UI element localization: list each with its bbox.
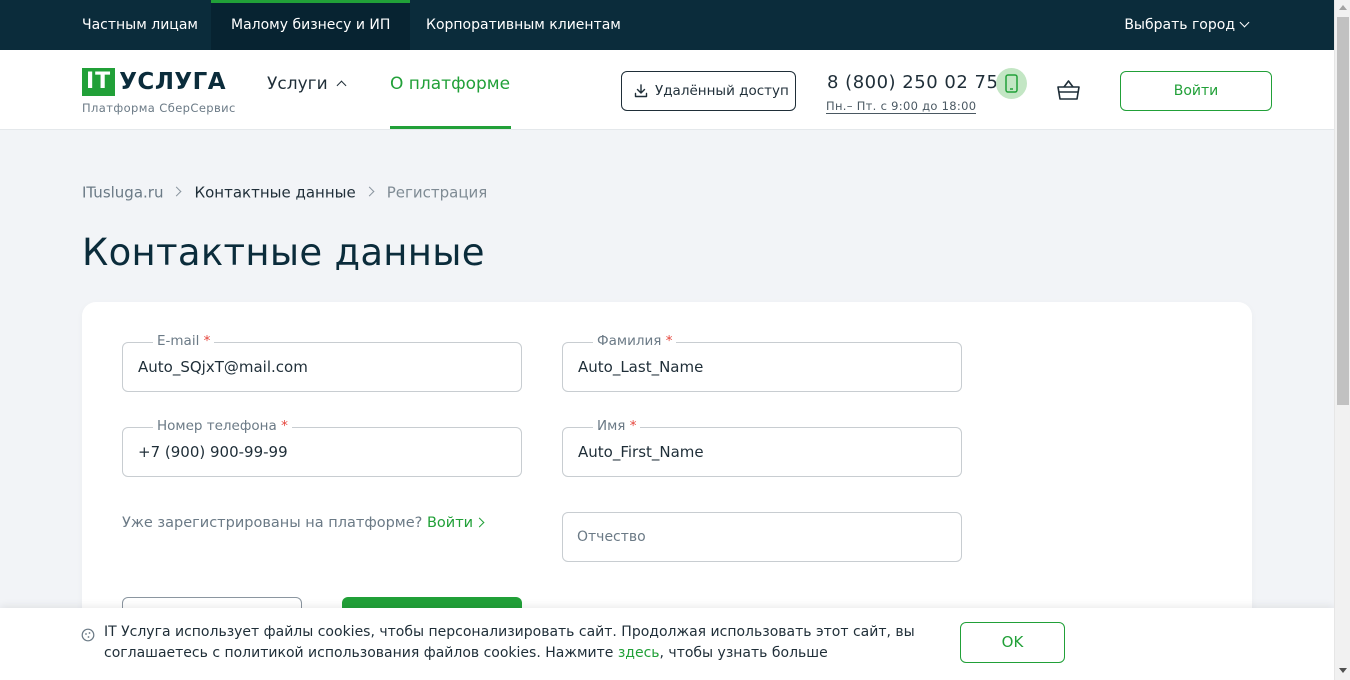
phone-number[interactable]: 8 (800) 250 02 75 xyxy=(827,72,998,93)
last-name-value: Auto_Last_Name xyxy=(578,358,704,376)
main-header: IT УСЛУГА Платформа СберСервис Услуги О п… xyxy=(0,50,1334,130)
cookie-text: IT Услуга использует файлы cookies, чтоб… xyxy=(104,624,915,661)
page-scrollbar[interactable] xyxy=(1334,0,1350,680)
breadcrumb: ITusluga.ru Контактные данные Регистрация xyxy=(82,183,487,202)
last-name-field[interactable]: Фамилия * Auto_Last_Name xyxy=(562,333,962,392)
nav-active-indicator xyxy=(390,126,511,129)
smartphone-icon[interactable] xyxy=(996,68,1027,99)
nav-services[interactable]: Услуги xyxy=(267,74,347,94)
segment-corporate[interactable]: Корпоративным клиентам xyxy=(406,0,641,50)
chevron-right-icon xyxy=(172,186,182,197)
nav-about-platform[interactable]: О платформе xyxy=(390,74,510,94)
segment-small-business[interactable]: Малому бизнесу и ИП xyxy=(211,0,411,50)
chevron-up-icon xyxy=(336,80,347,91)
chevron-right-icon xyxy=(364,186,375,197)
remote-access-label: Удалённый доступ xyxy=(655,83,789,99)
already-registered-text: Уже зарегистрированы на платформе? Войти xyxy=(122,515,485,531)
patronymic-placeholder: Отчество xyxy=(577,529,646,545)
download-icon xyxy=(634,84,648,98)
breadcrumb-home[interactable]: ITusluga.ru xyxy=(82,184,163,202)
nav-services-label: Услуги xyxy=(267,74,328,94)
logo-box: IT xyxy=(82,68,116,96)
top-segment-bar: Частным лицам Малому бизнесу и ИП Корпор… xyxy=(0,0,1334,50)
city-selector[interactable]: Выбрать город xyxy=(1124,0,1250,50)
page-title: Контактные данные xyxy=(82,231,485,274)
contact-form-card: E-mail * Auto_SQjxT@mail.com Фамилия * A… xyxy=(82,302,1252,642)
patronymic-field[interactable]: Отчество xyxy=(562,512,962,562)
email-field[interactable]: E-mail * Auto_SQjxT@mail.com xyxy=(122,333,522,392)
first-name-value: Auto_First_Name xyxy=(578,443,704,461)
email-value: Auto_SQjxT@mail.com xyxy=(138,358,308,376)
segment-individuals[interactable]: Частным лицам xyxy=(62,0,218,50)
cookie-banner: IT Услуга использует файлы cookies, чтоб… xyxy=(0,608,1334,680)
working-hours: Пн.– Пт. с 9:00 до 18:00 xyxy=(826,99,977,114)
first-name-field[interactable]: Имя * Auto_First_Name xyxy=(562,418,962,477)
cookie-ok-button[interactable]: OK xyxy=(960,622,1065,663)
chevron-down-icon xyxy=(1239,17,1250,28)
info-icon xyxy=(81,628,95,642)
basket-icon[interactable] xyxy=(1056,78,1081,106)
logo[interactable]: IT УСЛУГА xyxy=(82,68,226,96)
scroll-up-icon[interactable] xyxy=(1339,5,1347,10)
form-login-link[interactable]: Войти xyxy=(427,515,485,531)
logo-subtitle: Платформа СберСервис xyxy=(82,101,236,115)
breadcrumb-current: Регистрация xyxy=(386,183,488,202)
phone-field[interactable]: Номер телефона * +7 (900) 900-99-99 xyxy=(122,418,522,477)
remote-access-button[interactable]: Удалённый доступ xyxy=(621,71,796,111)
already-registered-label: Уже зарегистрированы на платформе? xyxy=(122,515,423,531)
scrollbar-thumb[interactable] xyxy=(1337,17,1349,405)
logo-word: УСЛУГА xyxy=(119,69,227,95)
phone-value: +7 (900) 900-99-99 xyxy=(138,443,288,461)
scroll-down-icon[interactable] xyxy=(1339,668,1347,673)
chevron-right-icon xyxy=(474,517,485,528)
city-selector-label: Выбрать город xyxy=(1124,17,1235,33)
login-button[interactable]: Войти xyxy=(1120,71,1272,111)
breadcrumb-contacts[interactable]: Контактные данные xyxy=(194,184,355,202)
cookie-policy-link[interactable]: здесь xyxy=(618,645,660,661)
